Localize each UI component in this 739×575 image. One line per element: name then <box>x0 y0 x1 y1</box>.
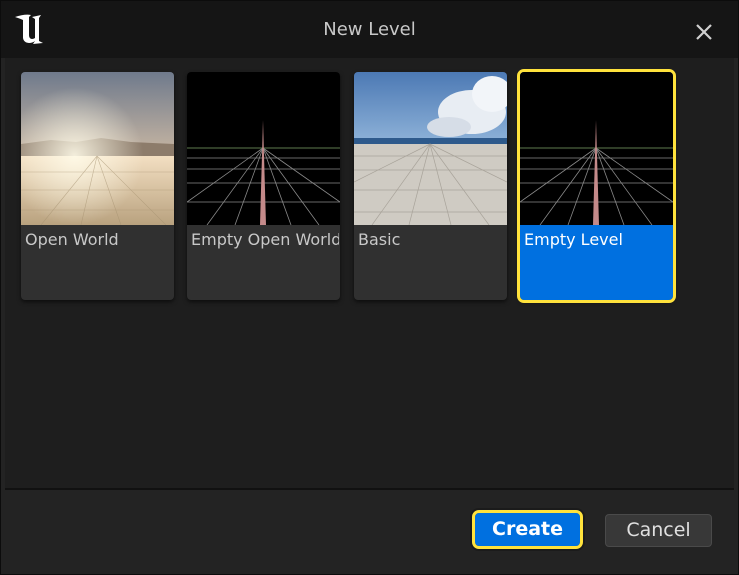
cancel-button[interactable]: Cancel <box>605 514 712 547</box>
open-world-thumbnail <box>21 72 174 225</box>
template-open-world[interactable]: Open World <box>21 72 174 300</box>
dialog-title: New Level <box>323 19 416 40</box>
empty-grid-thumbnail <box>187 72 340 225</box>
template-label: Basic <box>358 230 401 249</box>
template-label: Empty Level <box>524 230 623 249</box>
template-empty-level[interactable]: Empty Level <box>517 69 676 303</box>
template-label: Open World <box>25 230 119 249</box>
basic-thumbnail <box>354 72 507 225</box>
empty-grid-thumbnail <box>520 72 673 225</box>
footer-divider <box>5 488 734 490</box>
create-button[interactable]: Create <box>472 510 583 549</box>
template-label: Empty Open World <box>191 230 339 249</box>
close-icon[interactable] <box>691 19 717 45</box>
template-empty-open-world[interactable]: Empty Open World <box>187 72 340 300</box>
template-grid: Open World Empty Open World Basic Empty … <box>5 58 734 488</box>
title-bar: New Level <box>1 1 738 58</box>
new-level-dialog: New Level Open World Empty Open World Ba… <box>0 0 739 575</box>
template-basic[interactable]: Basic <box>354 72 507 300</box>
